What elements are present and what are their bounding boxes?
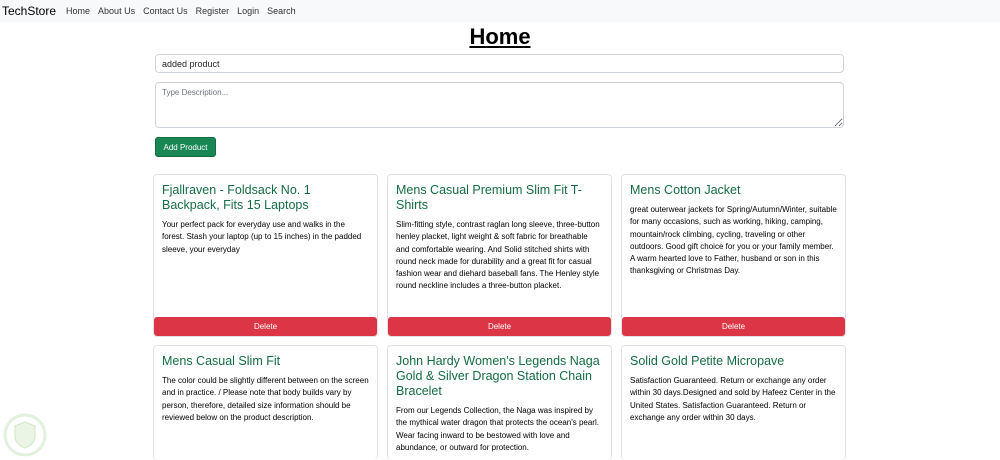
- product-title: Mens Cotton Jacket: [630, 183, 741, 197]
- product-description: From our Legends Collection, the Naga wa…: [396, 406, 599, 452]
- product-description: Satisfaction Guaranteed. Return or excha…: [630, 376, 836, 422]
- product-description: Your perfect pack for everyday use and w…: [162, 220, 362, 254]
- product-title: John Hardy Women's Legends Naga Gold & S…: [396, 354, 600, 398]
- product-title: Mens Casual Premium Slim Fit T-Shirts: [396, 183, 582, 212]
- nav-link-search[interactable]: Search: [267, 6, 296, 16]
- add-product-button[interactable]: Add Product: [155, 137, 216, 157]
- product-title-input[interactable]: [155, 54, 844, 73]
- product-description: The color could be slightly different be…: [162, 376, 369, 422]
- product-description: great outerwear jackets for Spring/Autum…: [630, 205, 837, 276]
- product-description-input[interactable]: [155, 82, 844, 128]
- brand-logo[interactable]: TechStore: [2, 4, 56, 18]
- product-card: Solid Gold Petite Micropave Satisfaction…: [621, 345, 846, 460]
- delete-button[interactable]: Delete: [154, 317, 377, 336]
- product-card: Mens Cotton Jacket great outerwear jacke…: [621, 174, 846, 337]
- page-title: Home: [469, 24, 531, 49]
- nav-link-login[interactable]: Login: [237, 6, 259, 16]
- product-card: John Hardy Women's Legends Naga Gold & S…: [387, 345, 612, 460]
- nav-link-about-us[interactable]: About Us: [98, 6, 135, 16]
- product-description: Slim-fitting style, contrast raglan long…: [396, 220, 600, 291]
- delete-button[interactable]: Delete: [622, 317, 845, 336]
- nav-link-register[interactable]: Register: [196, 6, 230, 16]
- product-title: Mens Casual Slim Fit: [162, 354, 281, 368]
- navbar: TechStore Home About Us Contact Us Regis…: [0, 0, 1000, 22]
- product-title: Fjallraven - Foldsack No. 1 Backpack, Fi…: [162, 183, 311, 212]
- product-card: Fjallraven - Foldsack No. 1 Backpack, Fi…: [153, 174, 378, 337]
- nav-link-contact-us[interactable]: Contact Us: [143, 6, 188, 16]
- delete-button[interactable]: Delete: [388, 317, 611, 336]
- product-title: Solid Gold Petite Micropave: [630, 354, 785, 368]
- shield-watermark-icon: [3, 413, 47, 457]
- product-card: Mens Casual Premium Slim Fit T-Shirts Sl…: [387, 174, 612, 337]
- nav-link-home[interactable]: Home: [66, 6, 90, 16]
- product-card: Mens Casual Slim Fit The color could be …: [153, 345, 378, 460]
